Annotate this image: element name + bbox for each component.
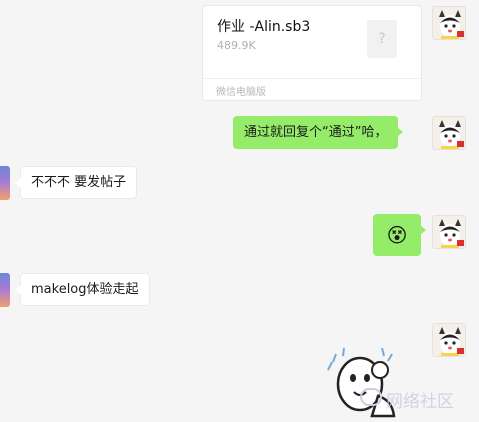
outgoing-emoji-bubble[interactable]: 😵: [373, 214, 426, 256]
incoming-text-bubble[interactable]: makelog体验走起: [15, 273, 150, 306]
cartoon-avatar-icon: [439, 10, 464, 39]
dizzy-face-icon: 😵: [386, 223, 408, 247]
watermark: 网络社区: [360, 386, 478, 414]
avatar[interactable]: [432, 6, 466, 40]
message-text: 不不不 要发帖子: [31, 175, 127, 190]
file-size: 489.9K: [217, 39, 256, 52]
message-text: makelog体验走起: [31, 282, 139, 297]
unknown-file-icon: ?: [367, 20, 397, 58]
cartoon-avatar-icon: [439, 120, 464, 149]
avatar[interactable]: [432, 116, 466, 150]
message-text: 通过就回复个“通过”哈，: [244, 125, 388, 140]
incoming-text-bubble[interactable]: 不不不 要发帖子: [14, 166, 138, 199]
file-source-footer: 微信电脑版: [203, 78, 421, 100]
cartoon-avatar-icon: [439, 219, 464, 248]
avatar[interactable]: [432, 323, 466, 357]
cartoon-avatar-icon: [439, 327, 464, 356]
file-source-label: 微信电脑版: [216, 87, 266, 98]
avatar[interactable]: [0, 273, 10, 307]
outgoing-text-bubble[interactable]: 通过就回复个“通过”哈，: [233, 116, 404, 149]
avatar[interactable]: [0, 166, 10, 200]
file-icon-glyph: ?: [378, 31, 386, 47]
watermark-text: 网络社区: [386, 392, 454, 412]
file-name: 作业 -Alin.sb3: [217, 19, 311, 35]
speech-bubble-logo-icon: [360, 388, 382, 406]
avatar[interactable]: [432, 215, 466, 249]
file-message-card[interactable]: 作业 -Alin.sb3 489.9K ? 微信电脑版: [202, 5, 422, 101]
